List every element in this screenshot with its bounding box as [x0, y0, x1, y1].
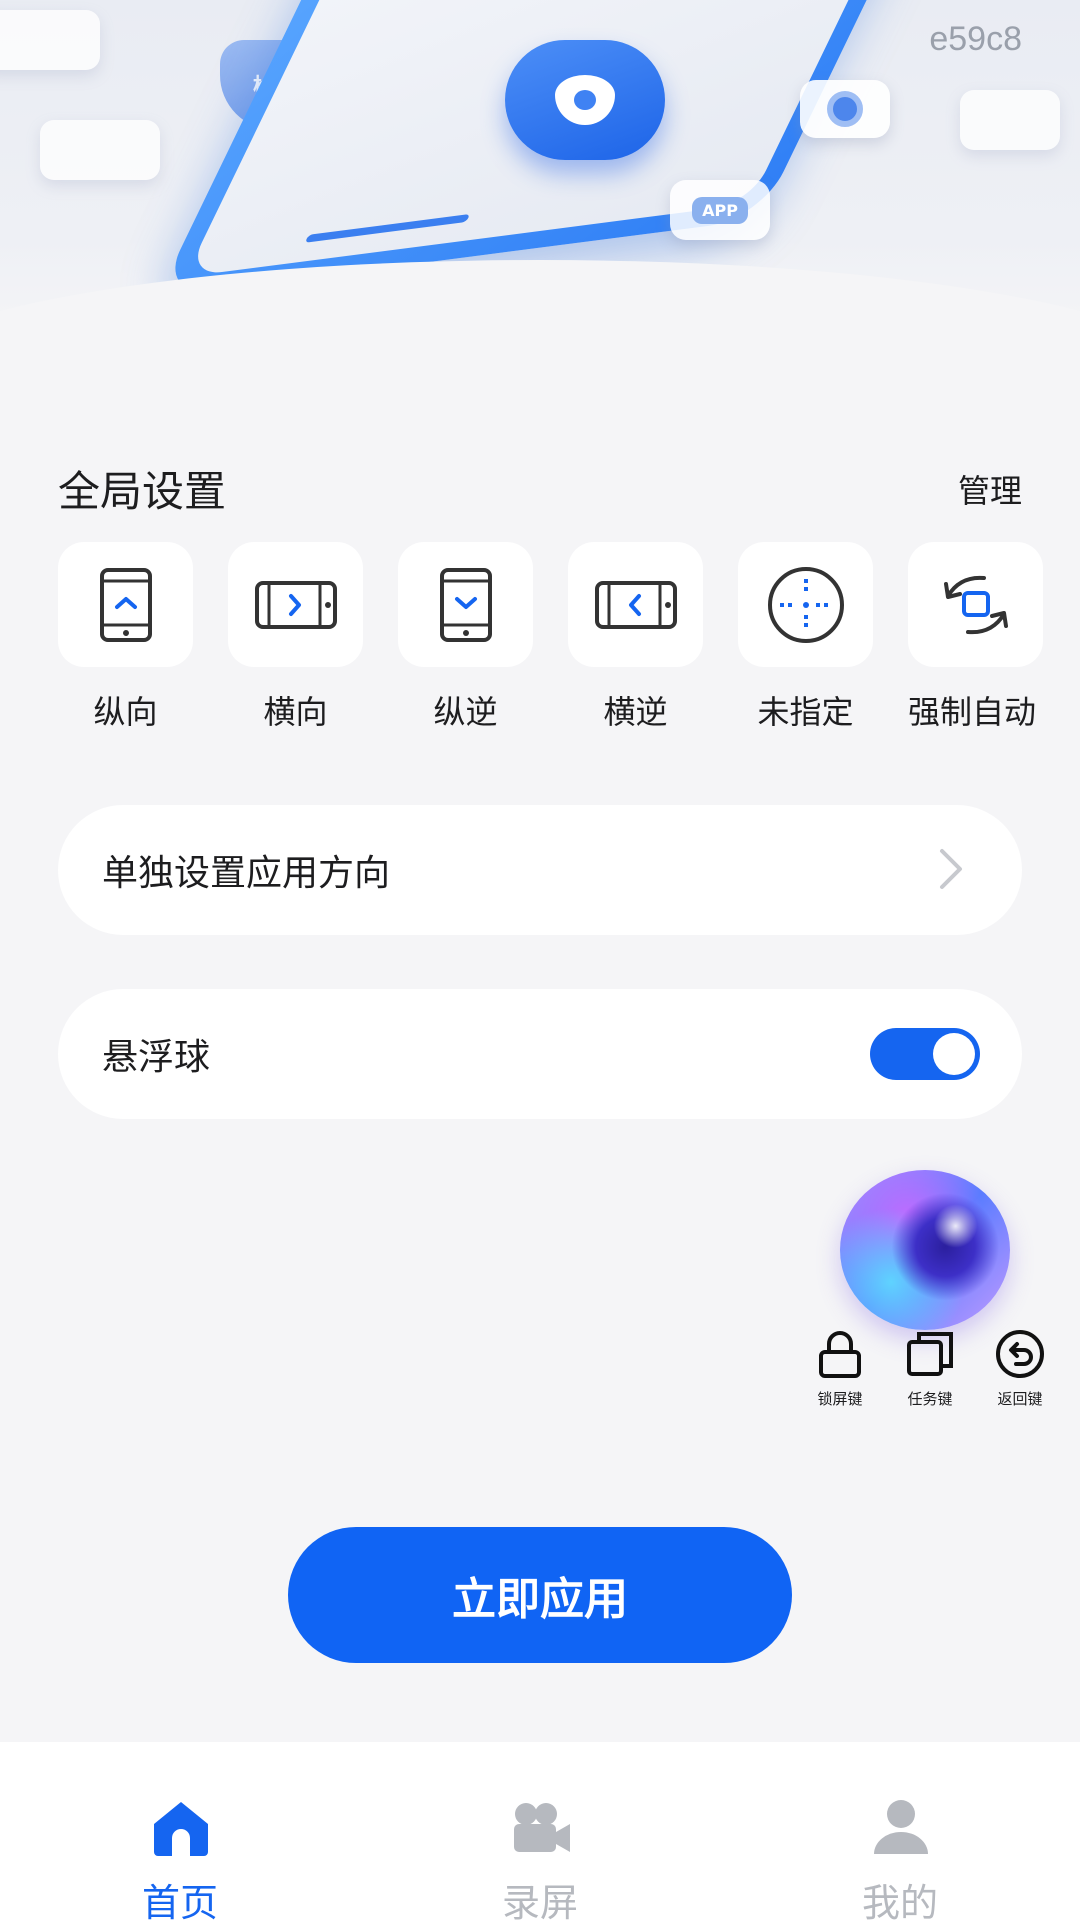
section-title: 全局设置	[58, 467, 227, 516]
back-icon	[996, 1330, 1044, 1378]
option-unspecified-box[interactable]	[738, 542, 873, 667]
decorative-tile	[0, 10, 100, 70]
toggle-knob	[933, 1033, 975, 1075]
manage-button[interactable]: 管理	[958, 466, 1022, 512]
hero-curve	[0, 260, 1080, 340]
gear-icon	[800, 80, 890, 138]
option-reverse-landscape-label: 横逆	[603, 693, 668, 731]
nav-home[interactable]: 首页	[80, 1742, 280, 1920]
user-icon	[874, 1800, 928, 1854]
option-landscape-label: 横向	[263, 693, 328, 731]
task-switch-icon	[907, 1332, 953, 1376]
portrait-icon	[99, 567, 152, 642]
floating-ball[interactable]	[840, 1170, 1010, 1330]
chevron-right-icon	[940, 849, 962, 889]
shield-inner-icon	[555, 75, 615, 125]
option-portrait[interactable]: 纵向	[58, 542, 193, 732]
option-landscape[interactable]: 横向	[228, 542, 363, 732]
apply-now-button[interactable]: 立即应用	[288, 1527, 792, 1663]
lock-icon	[819, 1331, 861, 1378]
app-chip-icon: APP	[670, 180, 770, 240]
hero-banner: 检测 APP e59c8	[0, 0, 1080, 340]
lock-screen-key[interactable]: 锁屏键	[800, 1328, 880, 1409]
lock-screen-key-label: 锁屏键	[817, 1390, 863, 1408]
task-key-label: 任务键	[907, 1390, 953, 1408]
option-force-auto-label: 强制自动	[908, 693, 1037, 731]
per-app-orientation-card[interactable]: 单独设置应用方向	[58, 805, 1022, 935]
option-unspecified-label: 未指定	[757, 693, 854, 731]
video-camera-icon	[514, 1803, 570, 1852]
option-force-auto[interactable]: 强制自动	[908, 542, 1043, 732]
bottom-nav: 首页 录屏 我的	[0, 1742, 1080, 1920]
floating-ball-label: 悬浮球	[102, 1037, 211, 1078]
back-key[interactable]: 返回键	[980, 1328, 1060, 1409]
orientation-options: 纵向 横向 纵逆 横逆 未指定 强制自动	[58, 542, 1048, 732]
option-unspecified[interactable]: 未指定	[738, 542, 873, 732]
option-force-auto-box[interactable]	[908, 542, 1043, 667]
option-reverse-portrait[interactable]: 纵逆	[398, 542, 533, 732]
per-app-orientation-label: 单独设置应用方向	[102, 853, 391, 894]
decorative-tile	[40, 120, 160, 180]
unspecified-icon	[767, 566, 844, 643]
option-reverse-landscape-box[interactable]	[568, 542, 703, 667]
app-chip-text: APP	[692, 196, 748, 224]
nav-mine[interactable]: 我的	[800, 1742, 1000, 1920]
option-reverse-portrait-box[interactable]	[398, 542, 533, 667]
nav-mine-label: 我的	[861, 1881, 938, 1920]
landscape-icon	[254, 580, 337, 629]
nav-home-label: 首页	[141, 1881, 218, 1920]
decorative-tile	[960, 90, 1060, 150]
watermark: e59c8	[929, 20, 1022, 58]
reverse-portrait-icon	[439, 567, 492, 642]
floating-ball-card: 悬浮球	[58, 989, 1022, 1119]
option-reverse-landscape[interactable]: 横逆	[568, 542, 703, 732]
force-auto-rotate-icon	[943, 575, 1008, 634]
nav-record-label: 录屏	[501, 1881, 578, 1920]
nav-record[interactable]: 录屏	[440, 1742, 640, 1920]
security-shield-icon	[505, 40, 665, 160]
back-key-label: 返回键	[997, 1390, 1043, 1408]
option-reverse-portrait-label: 纵逆	[433, 693, 498, 731]
reverse-landscape-icon	[594, 580, 677, 629]
home-icon	[154, 1802, 208, 1856]
floating-ball-toggle[interactable]	[870, 1028, 980, 1080]
quick-keys: 锁屏键 任务键 返回键	[800, 1328, 1060, 1408]
option-portrait-box[interactable]	[58, 542, 193, 667]
option-landscape-box[interactable]	[228, 542, 363, 667]
task-key[interactable]: 任务键	[890, 1328, 970, 1409]
option-portrait-label: 纵向	[93, 693, 158, 731]
